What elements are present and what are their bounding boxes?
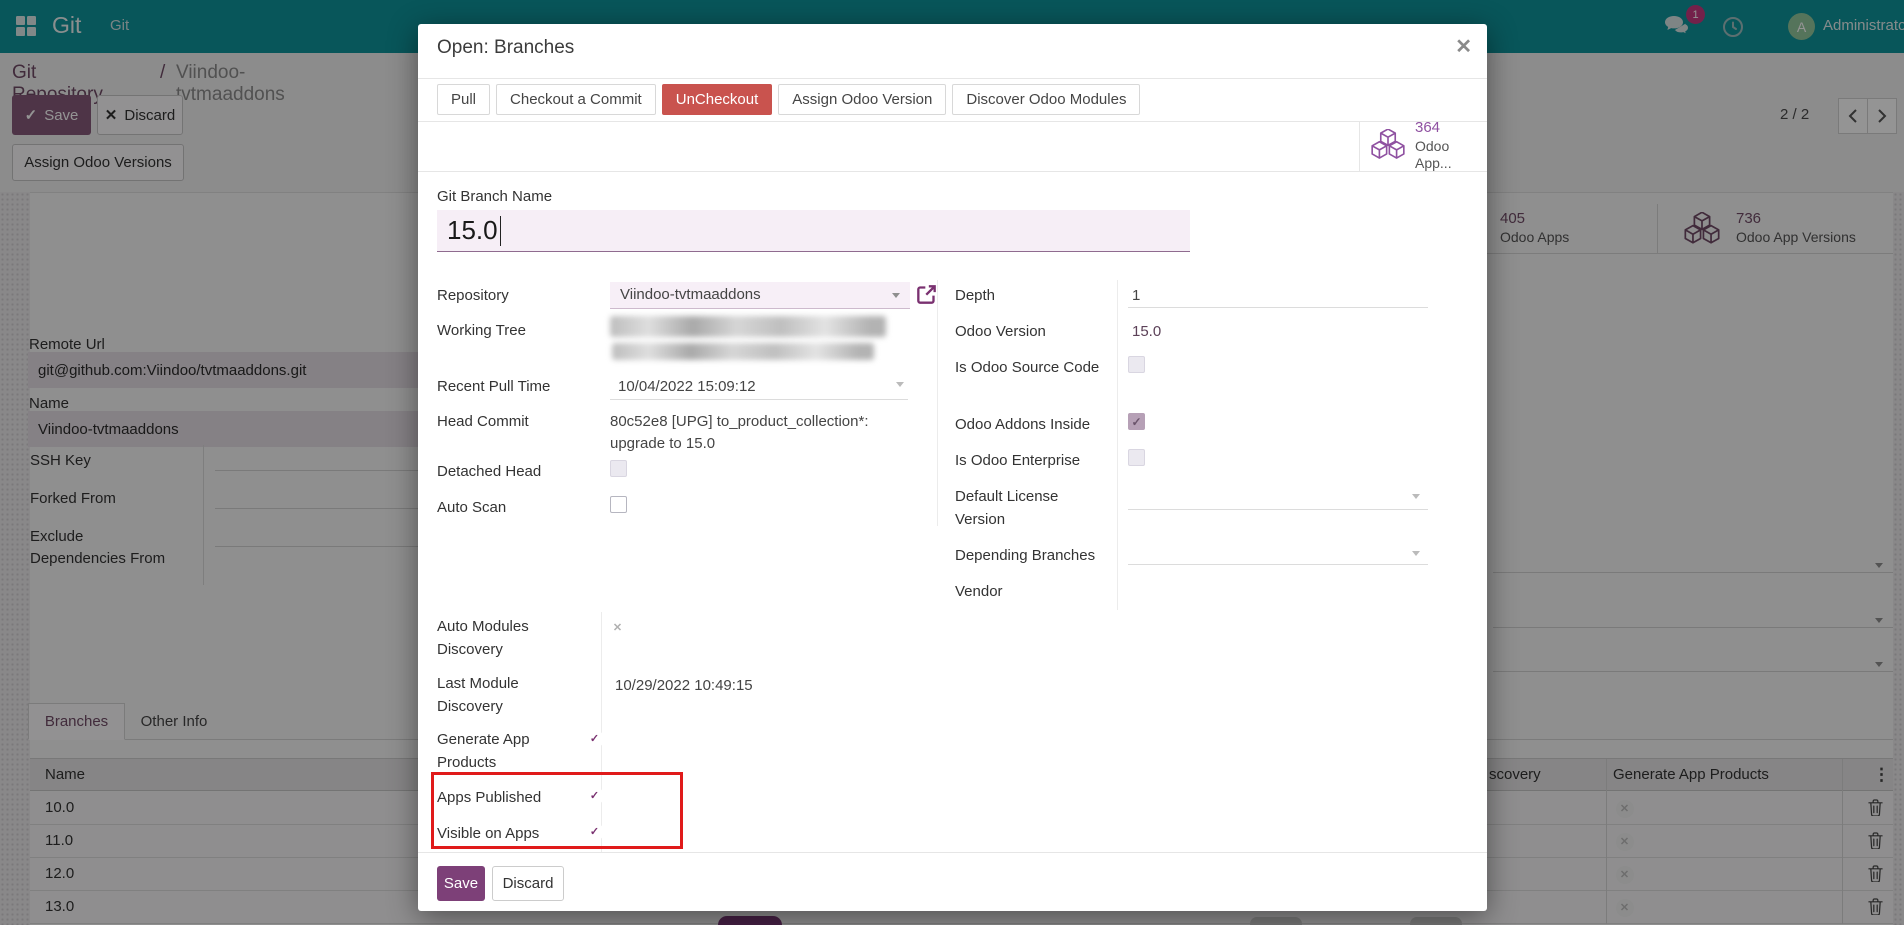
generate-app-products-label: Generate App Products [437, 729, 572, 774]
depending-branches-field[interactable] [1128, 564, 1428, 565]
chevron-down-icon [896, 382, 904, 387]
cubes-icon [1369, 129, 1407, 164]
recent-pull-time-label: Recent Pull Time [437, 376, 550, 399]
odoo-version-value[interactable]: 15.0 [1132, 321, 1161, 343]
recent-pull-time-value[interactable]: 10/04/2022 15:09:12 [618, 376, 756, 398]
field-underline [1128, 307, 1428, 308]
dialog-title: Open: Branches [437, 37, 574, 59]
odoo-addons-inside-checkbox [1128, 413, 1145, 430]
chevron-down-icon [1412, 551, 1420, 556]
working-tree-label: Working Tree [437, 320, 526, 343]
external-link-icon[interactable] [916, 284, 937, 310]
divider [418, 852, 1487, 853]
depth-value[interactable]: 1 [1132, 285, 1140, 307]
default-license-version-label: Default License Version [955, 486, 1103, 531]
modal-save-button[interactable]: Save [437, 866, 485, 901]
stat-button-odoo-app-versions[interactable]: 364 Odoo App... [1359, 121, 1487, 171]
group-divider [937, 280, 938, 526]
chevron-down-icon [892, 293, 900, 298]
annotation-red-box [431, 772, 683, 849]
assign-odoo-version-button[interactable]: Assign Odoo Version [778, 84, 946, 115]
depth-label: Depth [955, 285, 995, 308]
text-cursor [500, 216, 502, 246]
field-underline [610, 399, 908, 400]
is-odoo-enterprise-checkbox [1128, 449, 1145, 466]
odoo-addons-inside-label: Odoo Addons Inside [955, 414, 1090, 437]
chevron-down-icon [1412, 494, 1420, 499]
is-odoo-source-code-label: Is Odoo Source Code [955, 357, 1103, 380]
working-tree-redacted-value [612, 343, 874, 360]
discover-odoo-modules-button[interactable]: Discover Odoo Modules [952, 84, 1140, 115]
git-branch-name-input[interactable]: 15.0 [437, 210, 1190, 252]
is-odoo-enterprise-label: Is Odoo Enterprise [955, 450, 1080, 473]
divider [418, 121, 1487, 122]
divider [418, 78, 1487, 79]
head-commit-label: Head Commit [437, 411, 529, 434]
close-icon[interactable] [1455, 34, 1472, 59]
modal-discard-button[interactable]: Discard [492, 866, 564, 901]
checkout-a-commit-button[interactable]: Checkout a Commit [496, 84, 656, 115]
depending-branches-label: Depending Branches [955, 545, 1095, 568]
divider [418, 171, 1487, 172]
repository-label: Repository [437, 285, 509, 308]
detached-head-label: Detached Head [437, 461, 541, 484]
working-tree-redacted-value [610, 316, 886, 337]
pull-button[interactable]: Pull [437, 84, 490, 115]
is-odoo-source-code-checkbox [1128, 356, 1145, 373]
auto-modules-discovery-label: Auto Modules Discovery [437, 616, 572, 661]
auto-scan-checkbox[interactable] [610, 496, 627, 513]
auto-scan-label: Auto Scan [437, 497, 506, 520]
detached-head-checkbox [610, 460, 627, 477]
screen: Git Git 1 A Administrator Git Repository… [0, 0, 1904, 925]
uncheckout-button[interactable]: UnCheckout [662, 84, 773, 115]
default-license-version-field[interactable] [1128, 509, 1428, 510]
group-divider [1117, 280, 1118, 610]
repository-select[interactable]: Viindoo-tvtmaaddons [610, 282, 910, 309]
git-branch-name-label: Git Branch Name [437, 186, 552, 209]
last-module-discovery-label: Last Module Discovery [437, 673, 572, 718]
statusbar-actions: Pull Checkout a Commit UnCheckout Assign… [437, 84, 1140, 115]
head-commit-value: 80c52e8 [UPG] to_product_collection*: up… [610, 411, 902, 455]
vendor-label: Vendor [955, 581, 1003, 604]
odoo-version-label: Odoo Version [955, 321, 1046, 344]
last-module-discovery-value: 10/29/2022 10:49:15 [615, 675, 753, 697]
